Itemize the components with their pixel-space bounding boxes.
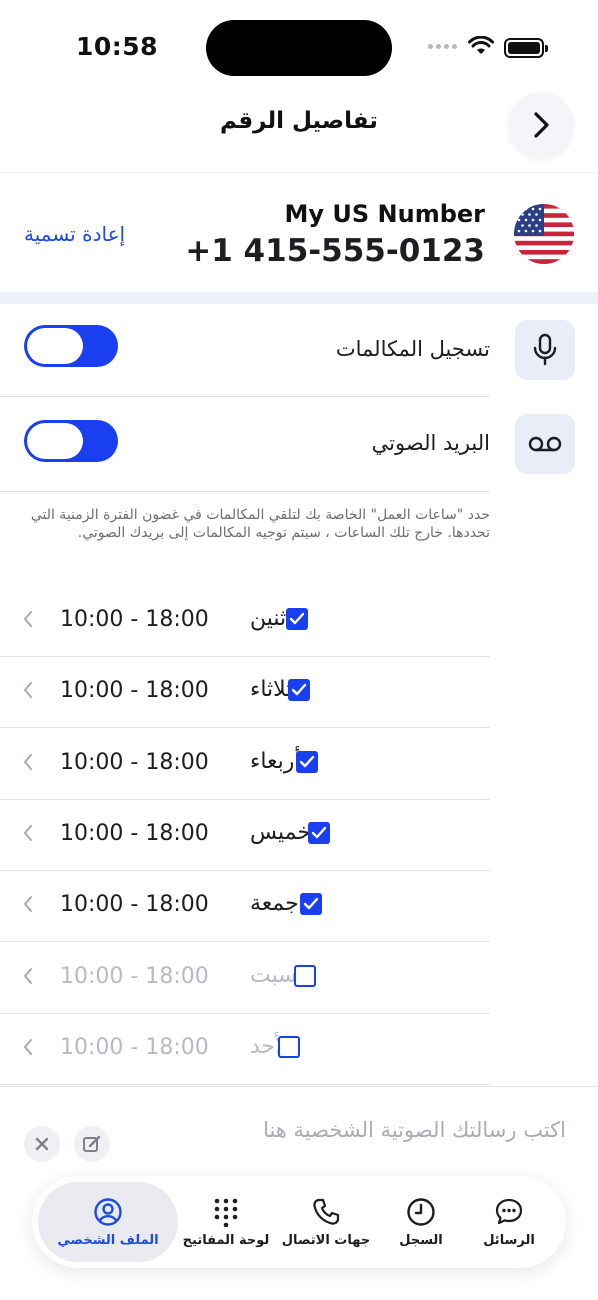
microphone-icon <box>515 320 575 380</box>
schedule-hours: 10:00 - 18:00 <box>60 607 209 632</box>
number-name: My US Number <box>284 200 485 228</box>
us-flag-icon <box>514 204 574 264</box>
call-recording-toggle[interactable] <box>24 325 118 367</box>
voicemail-icon <box>515 414 575 474</box>
schedule-row[interactable]: 10:00 - 18:00 ثنين <box>0 586 490 657</box>
call-recording-label: تسجيل المكالمات <box>335 337 490 361</box>
chat-icon <box>495 1198 523 1224</box>
schedule-row[interactable]: 10:00 - 18:00 السبت <box>0 943 490 1014</box>
day-checkbox[interactable] <box>296 750 318 773</box>
schedule-row[interactable]: 10:00 - 18:00 أربعاء <box>0 729 490 800</box>
chevron-left-icon <box>24 753 32 770</box>
checkmark-icon <box>299 755 315 767</box>
dynamic-island <box>206 20 392 76</box>
schedule-hours: 10:00 - 18:00 <box>60 749 209 775</box>
chevron-left-icon <box>24 824 32 841</box>
day-checkbox[interactable] <box>278 1035 300 1058</box>
chevron-left-icon <box>24 682 32 699</box>
day-checkbox[interactable] <box>308 821 330 844</box>
schedule-day: ثنين <box>250 606 287 631</box>
rename-link[interactable]: إعادة تسمية <box>24 222 125 246</box>
edit-icon <box>83 1135 101 1152</box>
tab-label: السجل <box>399 1232 443 1248</box>
clock-icon <box>407 1197 435 1226</box>
schedule-row[interactable]: 10:00 - 18:00 خميس <box>0 800 490 871</box>
voicemail-toggle[interactable] <box>24 420 118 462</box>
schedule-hours: 10:00 - 18:00 <box>60 963 209 989</box>
schedule-day: ثلاثاء <box>250 677 293 703</box>
section-divider <box>0 292 598 304</box>
checkmark-icon <box>303 897 319 910</box>
keypad-icon <box>214 1198 238 1227</box>
row-divider <box>0 491 490 492</box>
chevron-left-icon <box>24 967 32 984</box>
checkmark-icon <box>291 684 307 696</box>
voicemail-message-input[interactable]: اكتب رسالتك الصوتية الشخصية هنا <box>263 1118 566 1142</box>
close-icon <box>35 1137 49 1151</box>
wifi-icon <box>468 36 494 54</box>
checkmark-icon <box>289 612 305 625</box>
section-divider <box>0 1086 598 1087</box>
schedule-day: خميس <box>250 819 312 845</box>
checkmark-icon <box>311 826 327 839</box>
chevron-left-icon <box>24 896 32 913</box>
working-hours-hint: حدد "ساعات العمل" الخاصة بك لتلقي المكال… <box>30 507 490 541</box>
schedule-hours: 10:00 - 18:00 <box>60 678 209 704</box>
schedule-day: أربعاء <box>250 748 301 774</box>
schedule-row[interactable]: 10:00 - 18:00 جمعة <box>0 871 490 943</box>
schedule-hours: 10:00 - 18:00 <box>60 892 209 918</box>
tab-label: الرسائل <box>483 1232 535 1248</box>
chevron-left-icon <box>24 611 32 627</box>
battery-icon <box>504 38 548 58</box>
signal-icon <box>428 44 457 49</box>
row-divider <box>0 396 490 397</box>
schedule-hours: 10:00 - 18:00 <box>60 1034 209 1060</box>
tab-contacts[interactable]: جهات الاتصال <box>276 1176 376 1268</box>
schedule-row[interactable]: 10:00 - 18:00 ثلاثاء <box>0 657 490 729</box>
header-divider <box>0 172 598 173</box>
tab-history[interactable]: السجل <box>376 1176 466 1268</box>
chevron-left-icon <box>24 1038 32 1055</box>
tab-label: لوحة المفاتيح <box>182 1232 270 1248</box>
clear-button[interactable] <box>24 1126 60 1162</box>
toggle-knob <box>27 328 83 364</box>
row-divider <box>0 1083 490 1085</box>
back-button[interactable] <box>508 92 574 158</box>
tab-bar: الملف الشخصي لوحة المفاتيح جهات الاتصال … <box>32 1176 566 1268</box>
toggle-knob <box>27 423 83 459</box>
tab-label: جهات الاتصال <box>281 1232 371 1248</box>
day-checkbox[interactable] <box>286 608 308 630</box>
edit-button[interactable] <box>74 1126 110 1162</box>
phone-icon <box>313 1198 340 1225</box>
phone-number: +1 415-555-0123 <box>185 233 485 269</box>
chevron-right-icon <box>534 112 549 138</box>
tab-profile[interactable]: الملف الشخصي <box>38 1182 178 1262</box>
schedule-hours: 10:00 - 18:00 <box>60 820 209 846</box>
schedule-row[interactable]: 10:00 - 18:00 الأحد <box>0 1014 490 1085</box>
tab-keypad[interactable]: لوحة المفاتيح <box>176 1176 276 1268</box>
voicemail-label: البريد الصوتي <box>371 431 490 455</box>
day-checkbox[interactable] <box>300 893 322 916</box>
tab-messages[interactable]: الرسائل <box>464 1176 554 1268</box>
schedule-day: جمعة <box>250 891 299 917</box>
day-checkbox[interactable] <box>294 964 316 987</box>
profile-icon <box>94 1197 122 1226</box>
day-checkbox[interactable] <box>288 679 310 702</box>
status-time: 10:58 <box>76 32 159 61</box>
tab-label: الملف الشخصي <box>57 1232 159 1248</box>
